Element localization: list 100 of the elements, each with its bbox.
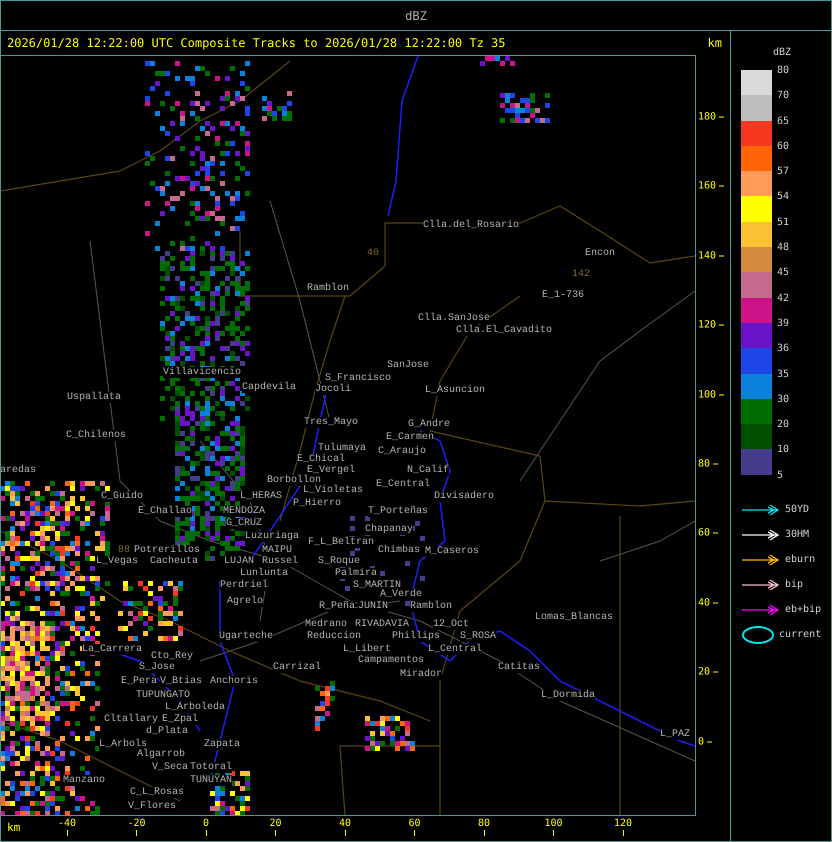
tick-mark [719,255,724,256]
place-label: S_Roque [318,556,360,567]
place-label: L_Vegas [96,556,138,567]
place-label: Anchoris [210,676,258,687]
place-label: Tres_Mayo [304,417,358,428]
scale-label: 51 [777,218,790,228]
tick-mark [414,830,415,836]
place-label: C_Chilenos [66,430,126,441]
place-label: Russel [262,556,298,567]
axis-tick-label: 40 [338,817,352,830]
axis-tick-label: 140 [698,250,716,262]
track-label: 30HM [785,529,810,540]
axis-tick-label: 100 [544,817,563,830]
place-label: L_Asuncion [425,385,486,396]
place-label: R_Peña [319,601,356,612]
place-label: E_Challao [138,506,192,517]
place-label: Cto_Rey [151,651,194,662]
tick-mark [719,116,724,118]
tick-mark [275,830,276,836]
scale-label: 42 [777,294,790,304]
place-label: E_1-736 [542,290,584,301]
place-label: M_Caseros [425,546,480,557]
axis-tick-label: 0 [202,817,210,830]
place-label: Algarrob [137,749,186,760]
scale-label: 35 [777,370,790,380]
place-label: MAIPU [262,545,292,556]
place-label: Cltallary [104,714,158,725]
tick-mark [66,830,68,836]
place-label: T_Porteñas [368,506,428,517]
tick-mark [553,830,554,836]
place-label: S_ROSA [460,631,496,642]
place-label: V_Seca [152,762,188,773]
axis-tick-label: 120 [698,320,716,331]
place-label: E_Carmen [386,432,434,443]
place-label: TUNUYAN [190,775,232,786]
scale-label: 54 [777,192,790,202]
place-label: E_Pera [121,676,158,687]
tick-mark [136,830,137,836]
scale-label: 36 [777,344,790,354]
place-label: G_CRUZ [226,518,262,529]
track-label: current [779,629,822,640]
place-label: Potrerillos [134,545,200,556]
place-label: Luzuriaga [245,531,300,542]
axis-tick-label: 160 [698,180,716,192]
place-label: Clla.El_Cavadito [456,325,552,336]
place-label: C_Araujo [378,446,426,457]
axis-tick-label: 20 [698,666,710,678]
place-label: Borbollon [267,475,322,486]
track-label: bip [785,579,804,590]
tick-mark [719,324,724,326]
place-label: Lomas_Blancas [535,612,614,623]
scale-label: 65 [777,116,790,127]
tick-mark [713,532,718,534]
tick-mark [707,741,712,742]
tick-mark [713,602,718,604]
axis-tick-label: 0 [698,736,704,748]
scale-label: 80 [777,66,790,76]
place-label: N_Calif [407,465,450,476]
place-label: Lunlunta [240,568,288,579]
track-label: eburn [785,554,816,566]
place-label: Uspallata [67,392,122,403]
axis-tick-label: -40 [58,817,76,830]
place-label: C_L_Rosas [130,787,184,798]
place-label: Divisadero [434,491,494,502]
place-label: S_Francisco [325,373,392,384]
place-label: Catitas [498,662,540,673]
tick-mark [719,394,724,396]
place-label: Campamentos [358,655,424,666]
place-label: d_Plata [146,726,188,737]
scale-label: 20 [777,420,790,430]
axis-tick-label: -20 [127,817,146,830]
place-label: L_HERAS [240,491,282,502]
tick-mark [719,186,724,187]
axis-tick-label: 100 [698,389,716,400]
place-label: L_Libert [343,644,392,655]
track-label: 50YD [785,504,810,516]
axis-tick-label: 80 [478,817,490,830]
place-label: Mirador [400,669,442,680]
place-label: MENDOZA [223,506,266,517]
scale-label: 5 [777,470,784,481]
place-label: Perdriel [220,580,268,591]
axis-tick-label: 80 [698,458,710,470]
axis-tick-label: 120 [614,817,632,830]
place-label: P_Hierro [293,498,342,509]
scale-label: 57 [777,167,790,178]
unit-label: km [708,36,722,50]
place-label: Phillips [392,631,440,642]
place-label: A_Verde [380,589,422,600]
place-label: V_Flores [128,801,176,812]
place-label: Chapanay [365,524,414,535]
place-label: L_Violetas [303,485,364,496]
place-label: Carrizal [273,662,322,673]
place-label: L_Arbols [99,739,148,750]
place-label: L_PAZ [660,729,690,740]
place-label: L_Arboleda [165,702,226,713]
place-label: V_Btias [160,676,202,687]
place-label: TUPUNGATO [136,690,190,701]
scale-label: 30 [777,394,790,405]
place-label: Tulumaya [318,443,366,454]
place-label: Ugarteche [219,631,274,642]
